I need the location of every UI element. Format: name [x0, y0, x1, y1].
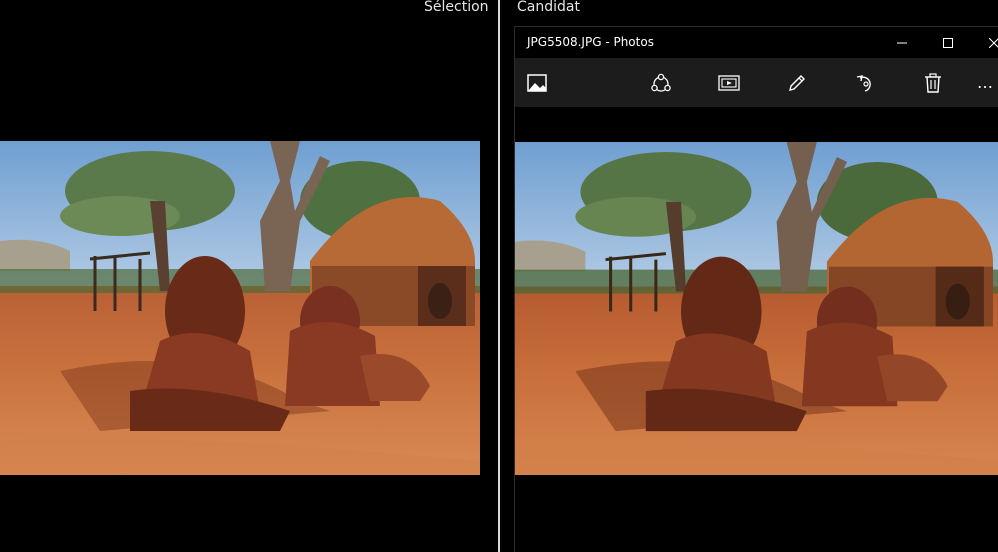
slideshow-button[interactable]	[707, 58, 751, 107]
delete-button[interactable]	[911, 58, 955, 107]
collection-button[interactable]	[515, 58, 559, 107]
rotate-button[interactable]	[843, 58, 887, 107]
selection-photo	[0, 141, 480, 475]
more-button[interactable]: …	[977, 58, 998, 107]
candidate-photo[interactable]	[515, 142, 998, 475]
share-button[interactable]	[639, 58, 683, 107]
minimize-icon	[897, 42, 907, 43]
photos-toolbar: …	[515, 58, 998, 107]
close-button[interactable]	[971, 27, 998, 58]
share-icon	[651, 73, 671, 92]
photo-scene	[515, 142, 998, 475]
slideshow-icon	[718, 74, 740, 91]
compare-view: Sélection Candidat JPG5508.JPG - Photos …	[0, 0, 998, 552]
rotate-icon	[856, 74, 871, 92]
title-bar[interactable]: JPG5508.JPG - Photos	[515, 27, 998, 58]
window-title: JPG5508.JPG - Photos	[527, 35, 654, 49]
candidate-label: Candidat	[517, 0, 580, 15]
pencil-icon	[789, 74, 805, 91]
edit-button[interactable]	[775, 58, 819, 107]
pane-divider[interactable]	[498, 0, 500, 552]
image-icon	[527, 73, 547, 92]
photo-scene	[0, 141, 480, 475]
trash-icon	[925, 72, 941, 93]
maximize-icon	[943, 37, 953, 48]
maximize-button[interactable]	[925, 27, 971, 58]
minimize-button[interactable]	[879, 27, 925, 58]
selection-label: Sélection	[424, 0, 489, 15]
more-icon: …	[977, 72, 993, 92]
close-icon	[989, 37, 998, 48]
